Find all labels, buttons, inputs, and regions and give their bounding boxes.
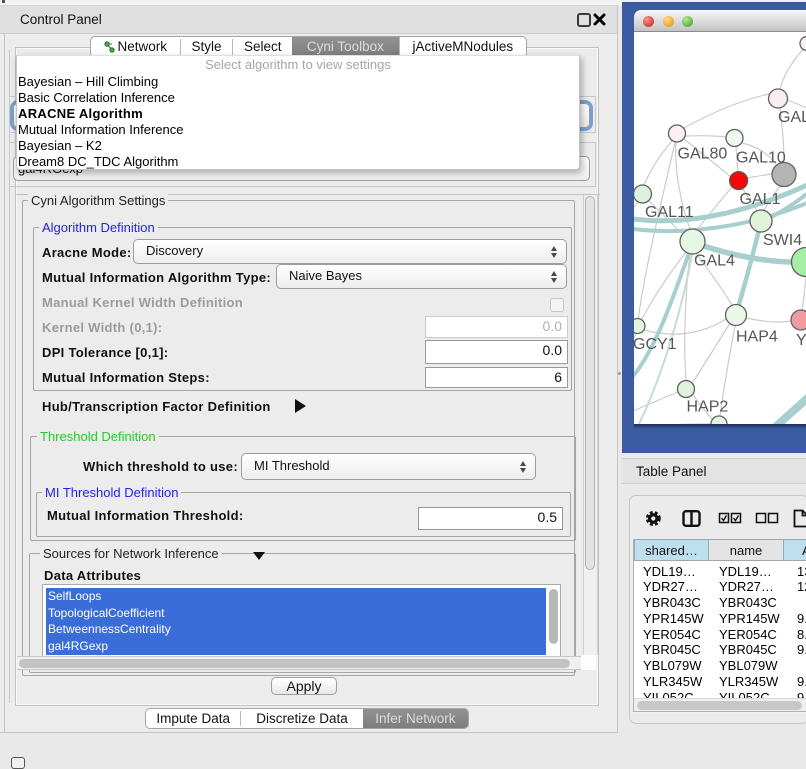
svg-text:GAL10: GAL10: [736, 150, 786, 167]
svg-text:GAL1: GAL1: [740, 191, 781, 208]
svg-text:GAL4: GAL4: [694, 253, 735, 270]
svg-text:GAL11: GAL11: [645, 204, 694, 221]
svg-text:GAL80: GAL80: [678, 146, 728, 163]
svg-text:SWI4: SWI4: [763, 232, 802, 249]
svg-text:GAL7: GAL7: [778, 109, 806, 126]
svg-text:Y: Y: [796, 332, 806, 349]
svg-text:GCY1: GCY1: [634, 336, 677, 353]
svg-text:HAP2: HAP2: [687, 399, 729, 416]
svg-text:HAP4: HAP4: [736, 329, 778, 346]
